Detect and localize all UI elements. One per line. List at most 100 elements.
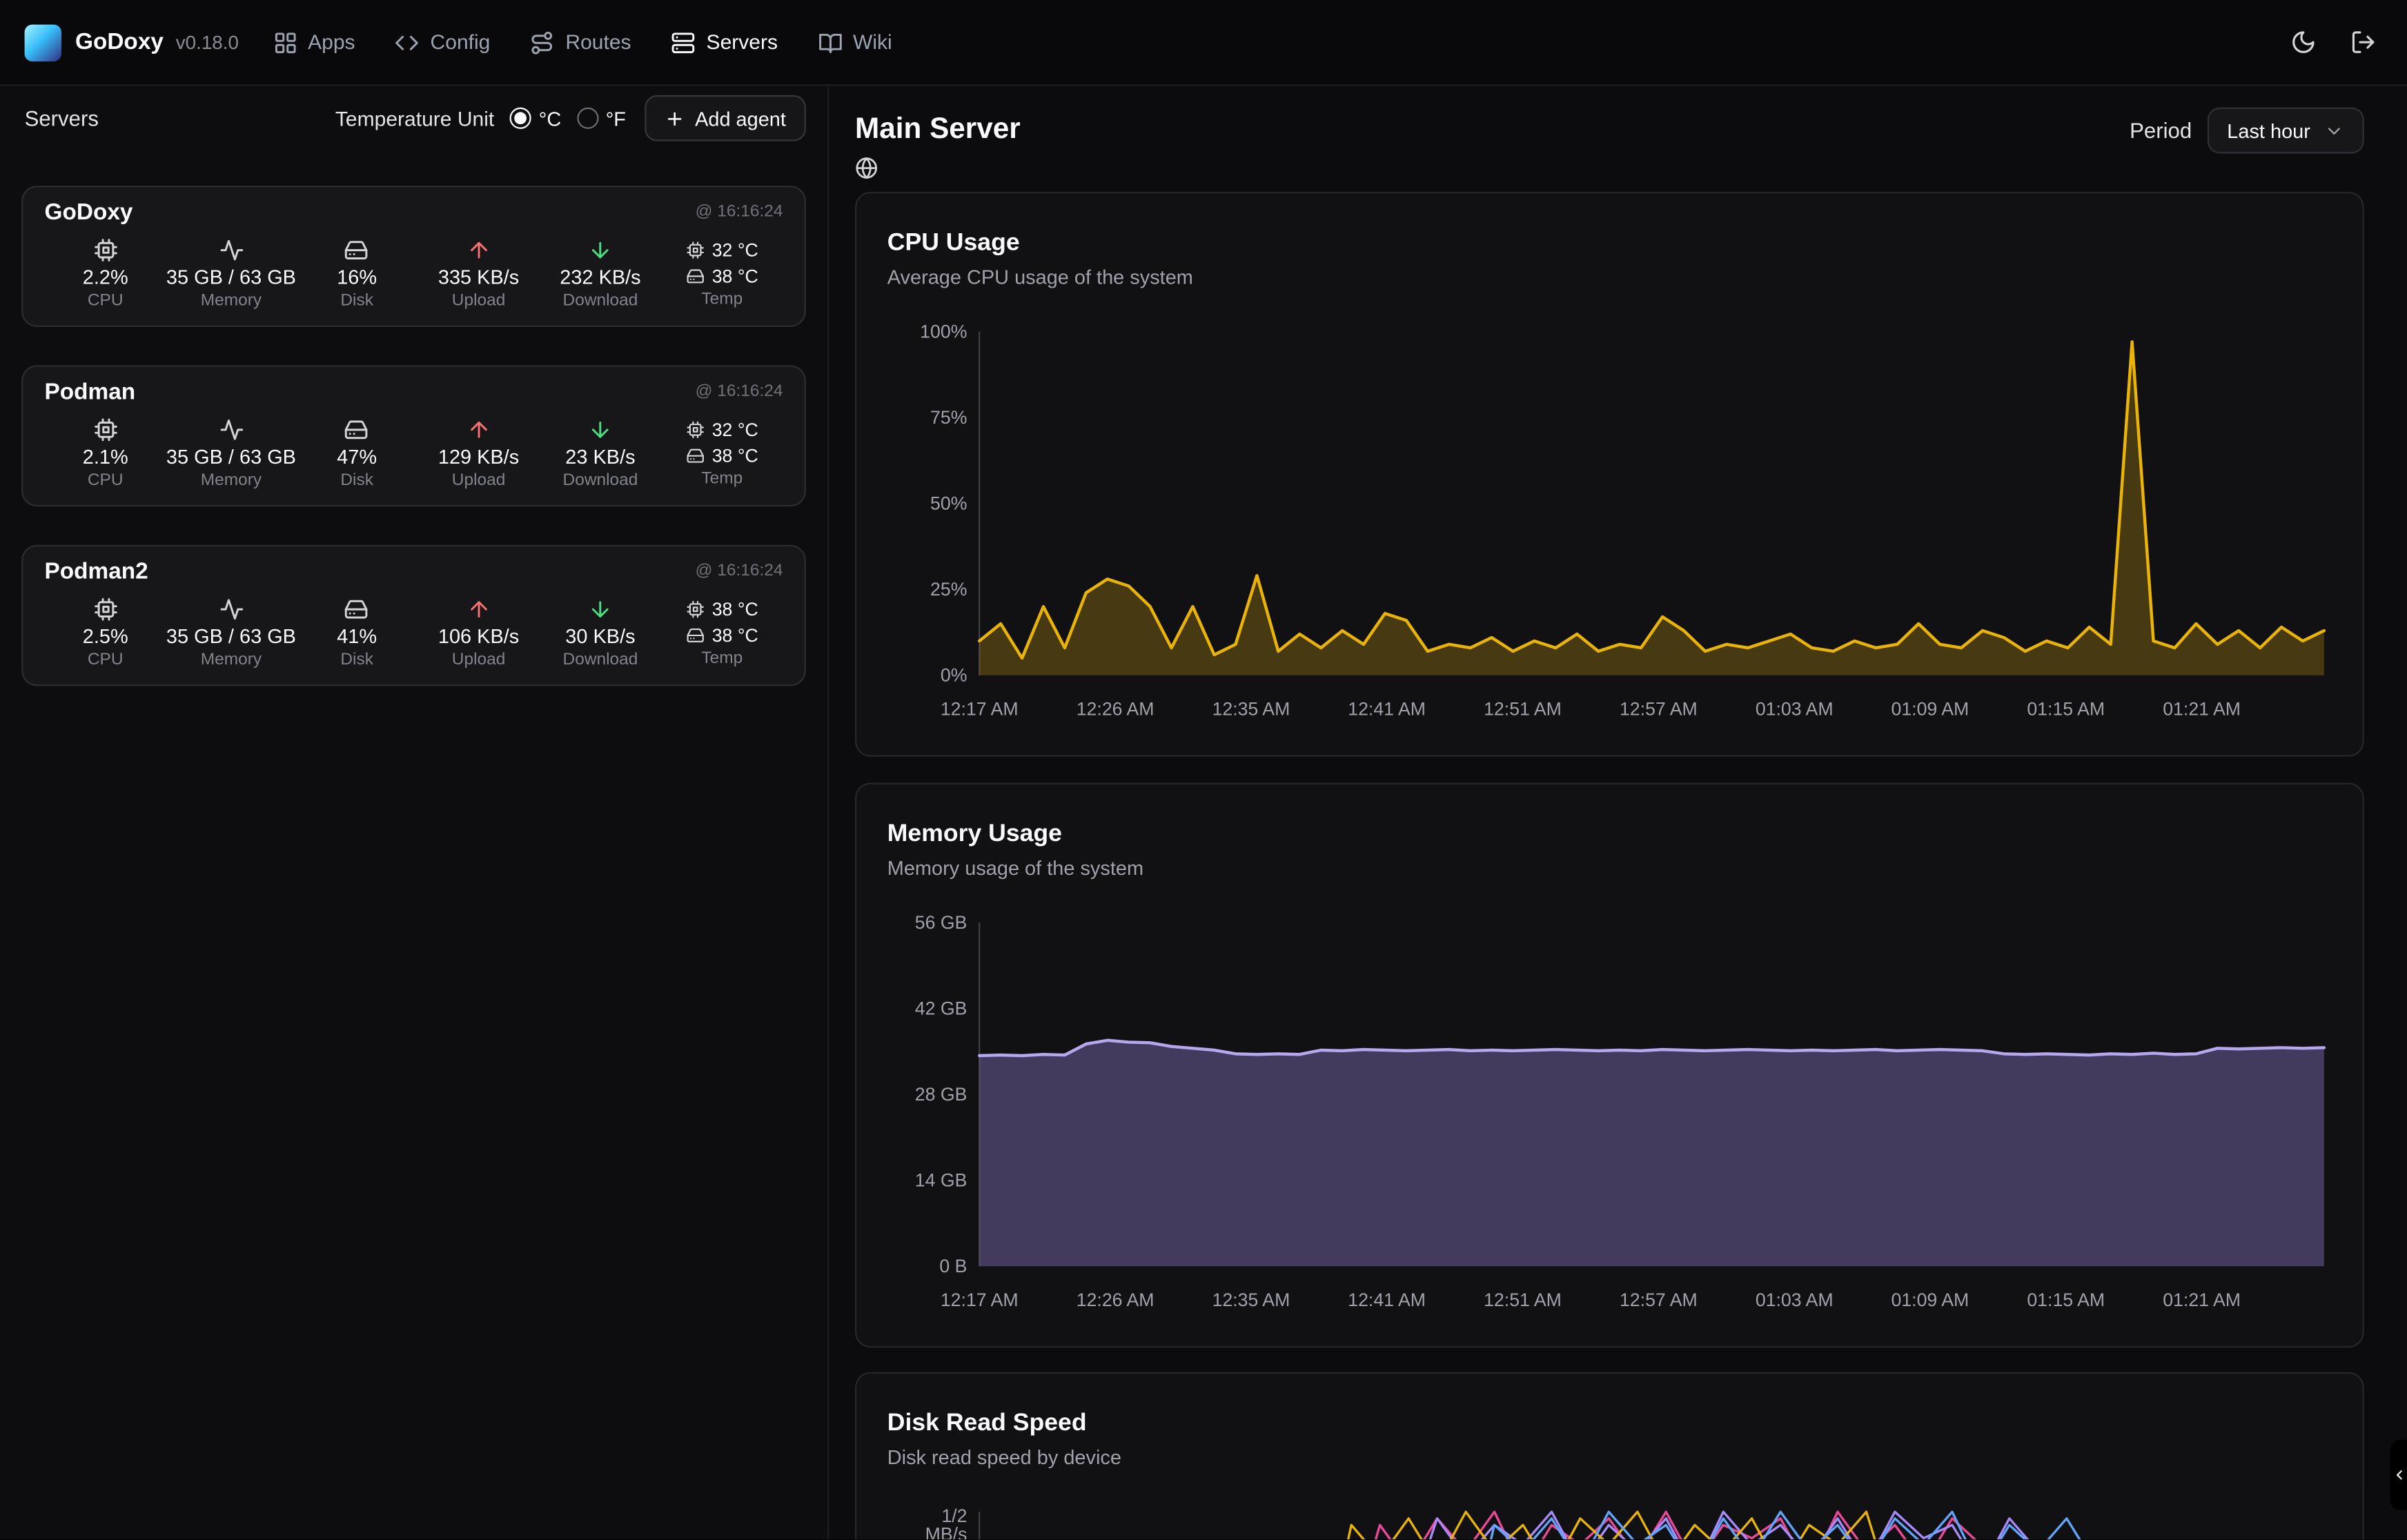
version-label: v0.18.0 [176, 32, 239, 53]
server-card-header: Podman2 @ 16:16:24 [45, 559, 783, 588]
nav-item-wiki[interactable]: Wiki [818, 30, 892, 55]
disk-temp-value: 38 °C [712, 444, 758, 466]
stat-value: 35 GB / 63 GB [166, 624, 296, 647]
disk-stat: 16% Disk [296, 238, 417, 310]
nav-item-config[interactable]: Config [395, 30, 490, 55]
cpu-temp-row: 32 °C [686, 417, 758, 440]
logout-icon [2350, 29, 2377, 55]
arrow-down-icon [588, 417, 613, 442]
chevron-down-icon [2324, 121, 2344, 141]
stat-label: Temp [701, 649, 743, 668]
theme-toggle-button[interactable] [2290, 29, 2317, 55]
server-card-header: GoDoxy @ 16:16:24 [45, 199, 783, 228]
stat-label: Disk [340, 471, 373, 490]
hard-drive-icon [344, 597, 369, 622]
svg-text:01:09 AM: 01:09 AM [1891, 1290, 1969, 1310]
server-timestamp: @ 16:16:24 [696, 382, 783, 401]
download-stat: 232 KB/s Download [540, 238, 661, 310]
svg-text:12:51 AM: 12:51 AM [1484, 699, 1562, 720]
brand-name[interactable]: GoDoxy [75, 29, 164, 55]
fahrenheit-radio[interactable]: °F [576, 107, 625, 130]
temperature-unit-label: Temperature Unit [335, 107, 494, 130]
add-agent-button[interactable]: Add agent [645, 95, 806, 141]
server-card[interactable]: GoDoxy @ 16:16:24 2.2% CPU 35 GB / 63 GB… [21, 186, 806, 327]
cpu-temp-row: 38 °C [686, 597, 758, 620]
svg-text:01:03 AM: 01:03 AM [1756, 1290, 1834, 1310]
chart-subtitle: Disk read speed by device [887, 1445, 2332, 1468]
svg-text:42 GB: 42 GB [915, 998, 967, 1018]
logout-button[interactable] [2350, 29, 2377, 55]
panel-collapse-handle[interactable] [2390, 1440, 2407, 1510]
svg-text:01:15 AM: 01:15 AM [2027, 699, 2105, 720]
stat-label: Download [563, 292, 638, 310]
stat-label: Upload [452, 651, 506, 669]
memory-stat: 35 GB / 63 GB Memory [166, 238, 296, 310]
stat-value: 2.2% [83, 266, 128, 288]
hard-drive-icon [686, 446, 705, 464]
stat-label: CPU [88, 471, 124, 490]
stat-label: Download [563, 651, 638, 669]
globe-icon [855, 157, 878, 179]
cpu-usage-chart: 0%25%50%75%100%12:17 AM12:26 AM12:35 AM1… [887, 307, 2335, 731]
stat-label: Upload [452, 292, 506, 310]
server-stats: 2.5% CPU 35 GB / 63 GB Memory 41% Disk 1… [45, 597, 783, 669]
period-select[interactable]: Last hour [2207, 108, 2364, 154]
period-selected-value: Last hour [2227, 119, 2310, 141]
servers-panel: Servers Temperature Unit °C °F Add agent [0, 88, 829, 1539]
stat-label: Memory [201, 292, 262, 310]
stat-value: 335 KB/s [438, 266, 519, 288]
godoxy-logo[interactable] [25, 23, 61, 60]
period-group: Period Last hour [2130, 108, 2364, 154]
stat-value: 23 KB/s [565, 445, 635, 468]
route-icon [530, 30, 555, 55]
nav-item-label: Wiki [853, 30, 892, 53]
hard-drive-icon [344, 238, 369, 263]
celsius-radio[interactable]: °C [509, 107, 561, 130]
chart-subtitle: Memory usage of the system [887, 856, 2332, 879]
radio-unselected-icon [576, 108, 598, 129]
hard-drive-icon [686, 266, 705, 285]
arrow-up-icon [466, 597, 491, 622]
temp-stat: 32 °C 38 °C Temp [661, 238, 783, 310]
upload-stat: 335 KB/s Upload [417, 238, 539, 310]
stat-label: CPU [88, 651, 124, 669]
svg-text:12:17 AM: 12:17 AM [941, 699, 1019, 720]
server-name: Podman [45, 379, 136, 405]
svg-text:01:21 AM: 01:21 AM [2163, 699, 2241, 720]
stat-value: 2.5% [83, 624, 128, 647]
memory-usage-card: Memory Usage Memory usage of the system … [855, 782, 2364, 1348]
cpu-temp-row: 32 °C [686, 238, 758, 261]
svg-text:75%: 75% [930, 407, 967, 428]
main-header: Main Server Period Last hour [855, 108, 2364, 154]
stat-value: 129 KB/s [438, 445, 519, 468]
svg-text:50%: 50% [930, 493, 967, 514]
nav-item-routes[interactable]: Routes [530, 30, 631, 55]
svg-text:01:21 AM: 01:21 AM [2163, 1290, 2241, 1310]
disk-temp-row: 38 °C [686, 264, 758, 287]
nav-item-apps[interactable]: Apps [273, 30, 355, 55]
period-label: Period [2130, 118, 2192, 143]
stat-value: 106 KB/s [438, 624, 519, 647]
celsius-label: °C [539, 107, 561, 130]
cpu-temp-value: 38 °C [712, 598, 758, 619]
memory-stat: 35 GB / 63 GB Memory [166, 417, 296, 490]
nav-item-servers[interactable]: Servers [671, 30, 778, 55]
chart-subtitle: Average CPU usage of the system [887, 266, 2332, 288]
stat-label: Upload [452, 471, 506, 490]
disk-stat: 47% Disk [296, 417, 417, 490]
cpu-icon [93, 597, 118, 622]
svg-text:12:17 AM: 12:17 AM [941, 1290, 1019, 1310]
svg-text:12:26 AM: 12:26 AM [1077, 699, 1155, 720]
disk-temp-row: 38 °C [686, 444, 758, 466]
stat-value: 35 GB / 63 GB [166, 266, 296, 288]
cpu-stat: 2.1% CPU [45, 417, 166, 490]
server-card[interactable]: Podman @ 16:16:24 2.1% CPU 35 GB / 63 GB… [21, 365, 806, 506]
server-card[interactable]: Podman2 @ 16:16:24 2.5% CPU 35 GB / 63 G… [21, 545, 806, 687]
svg-text:28 GB: 28 GB [915, 1084, 967, 1105]
svg-text:56 GB: 56 GB [915, 912, 967, 933]
fahrenheit-label: °F [606, 107, 626, 130]
code-icon [395, 30, 420, 55]
stat-label: Disk [340, 292, 373, 310]
svg-text:14 GB: 14 GB [915, 1170, 967, 1191]
svg-text:01:09 AM: 01:09 AM [1891, 699, 1969, 720]
